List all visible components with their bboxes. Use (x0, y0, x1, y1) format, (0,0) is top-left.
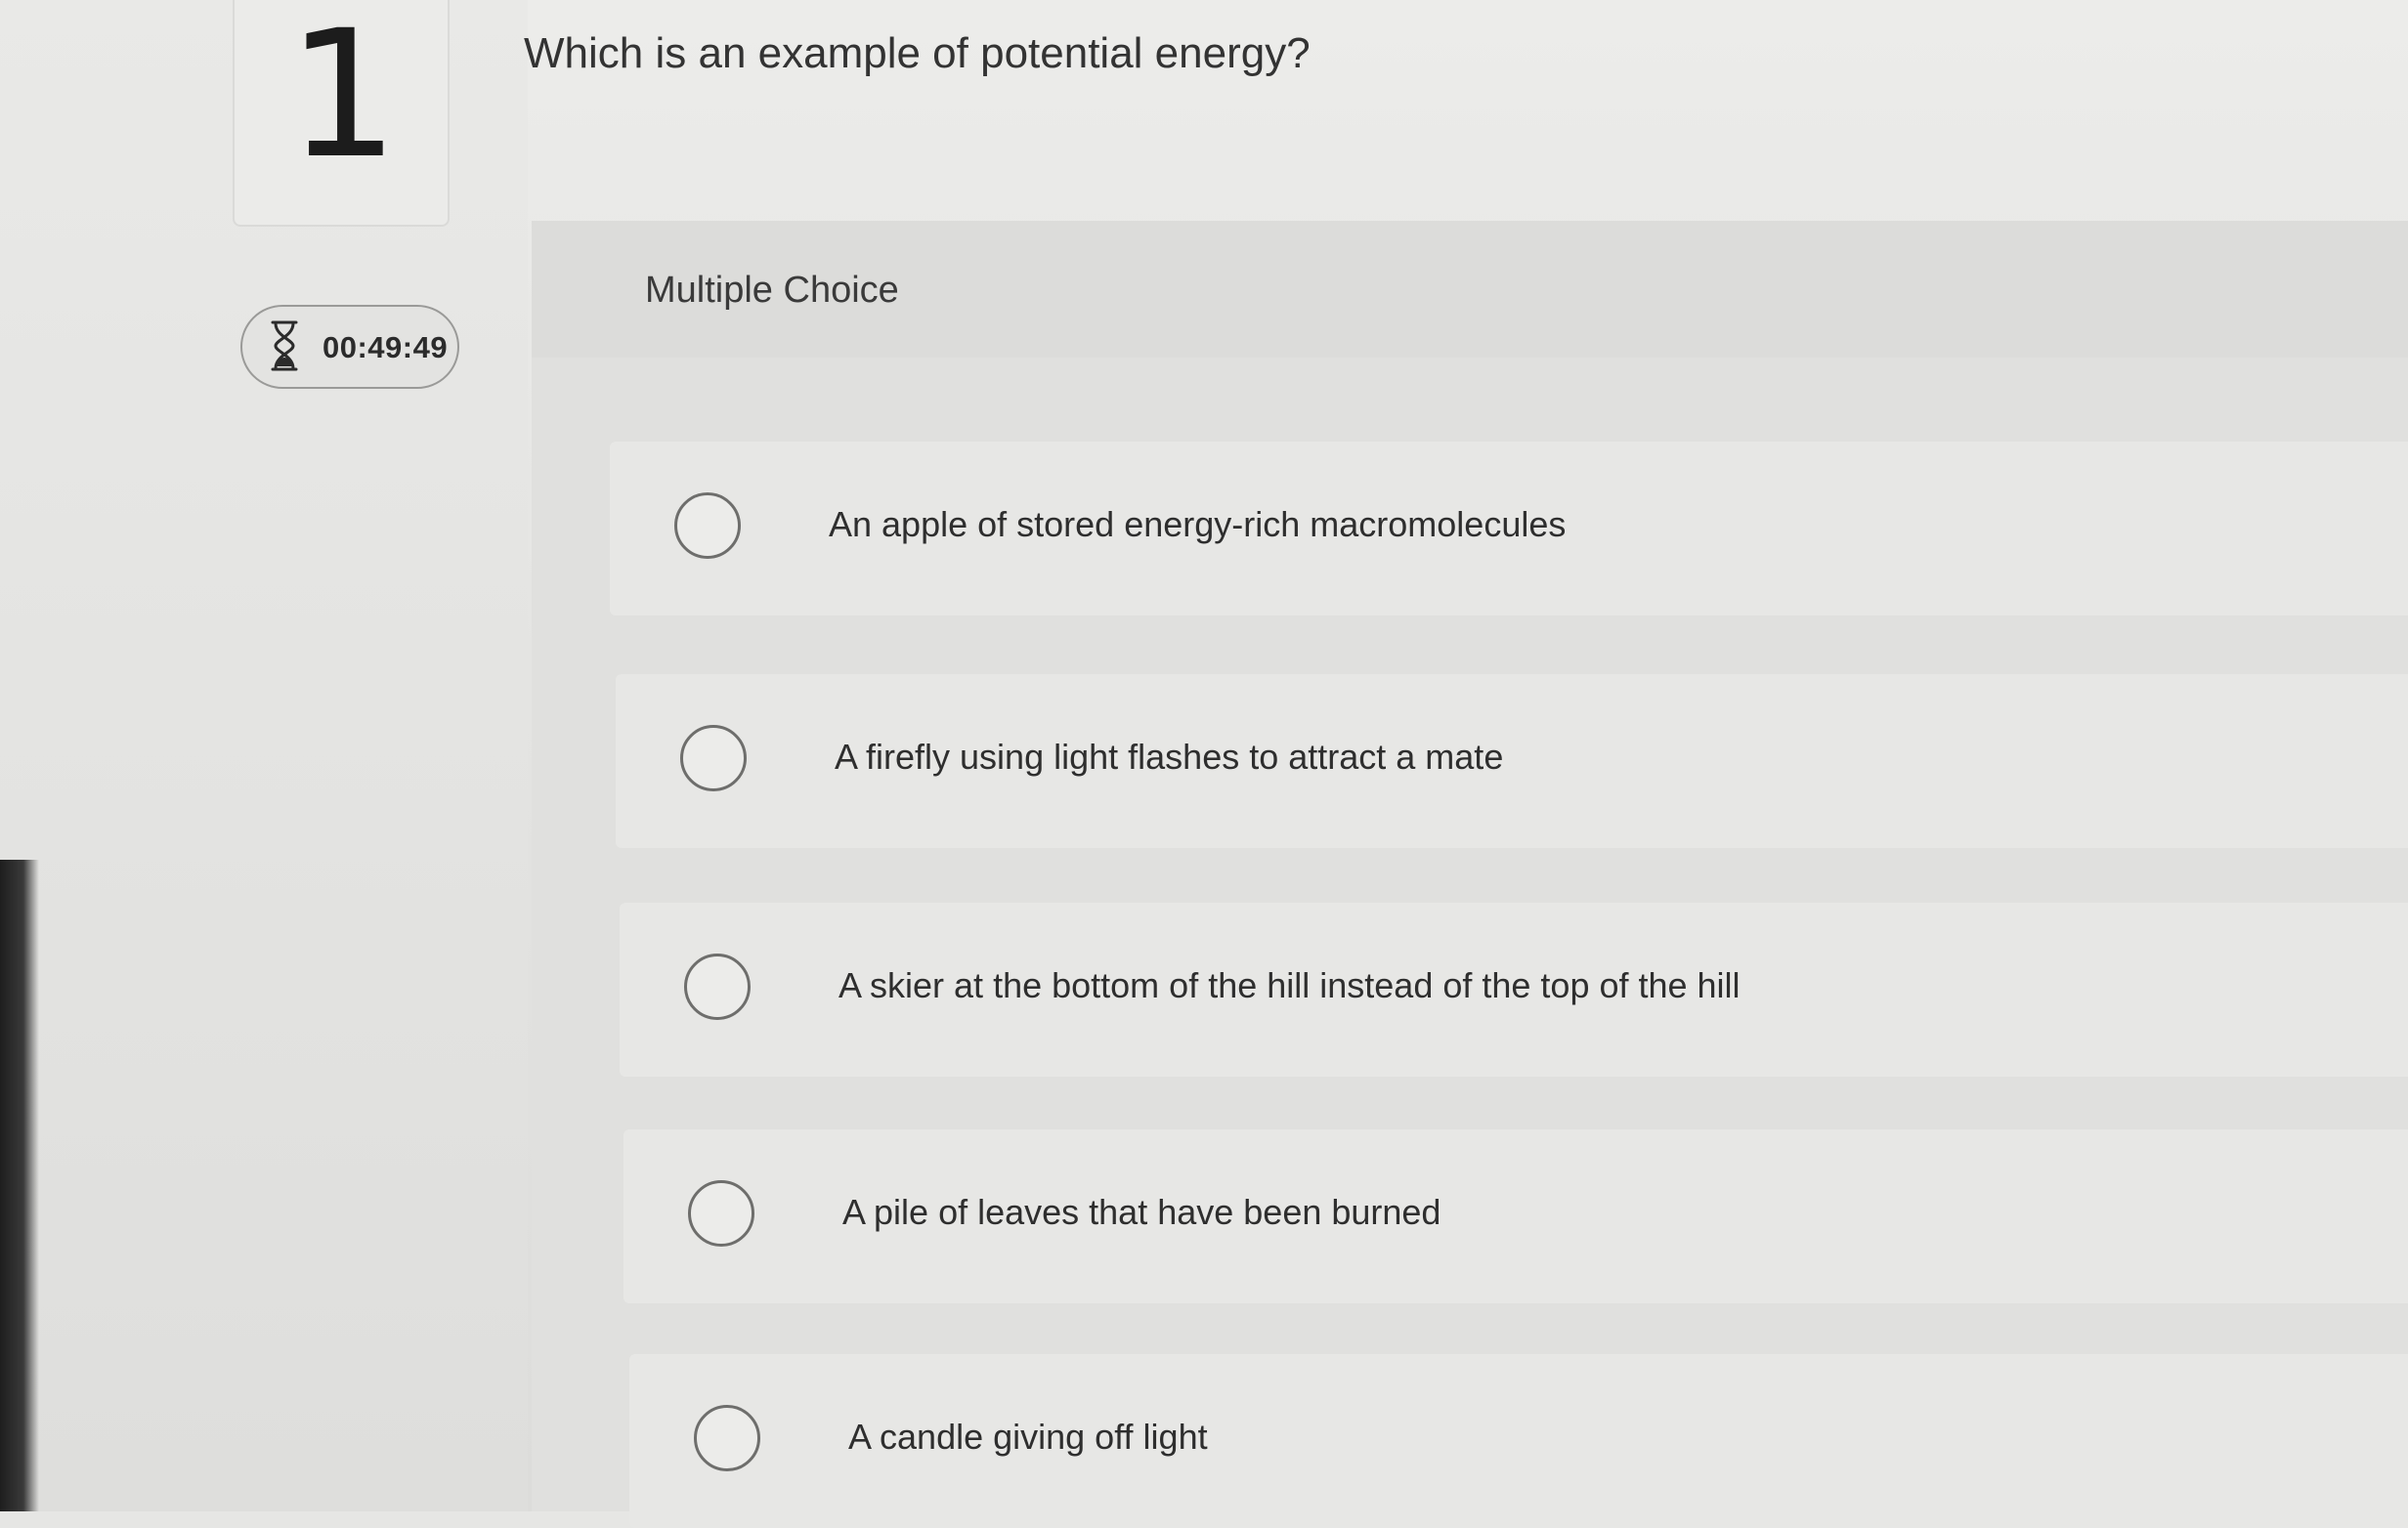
answer-option[interactable]: A skier at the bottom of the hill instea… (620, 903, 2408, 1077)
question-number-box: 1 (233, 0, 450, 227)
timer-badge: 00:49:49 (240, 305, 459, 389)
timer-value: 00:49:49 (322, 330, 449, 364)
question-number: 1 (286, 0, 400, 197)
answer-option[interactable]: A firefly using light flashes to attract… (616, 674, 2408, 848)
option-label[interactable]: A skier at the bottom of the hill instea… (838, 965, 1741, 1006)
option-label[interactable]: A pile of leaves that have been burned (842, 1192, 1440, 1233)
radio-button[interactable] (688, 1180, 754, 1247)
radio-button[interactable] (694, 1405, 760, 1471)
left-rail (0, 0, 528, 1511)
panel-header: Multiple Choice (532, 221, 2408, 358)
question-text: Which is an example of potential energy? (524, 29, 1311, 77)
panel-title: Multiple Choice (645, 270, 899, 311)
hourglass-icon (271, 320, 298, 371)
answer-option[interactable]: A candle giving off light (629, 1354, 2408, 1528)
radio-button[interactable] (680, 725, 747, 791)
screen-bezel (0, 860, 39, 1511)
radio-button[interactable] (684, 954, 751, 1020)
option-label[interactable]: A candle giving off light (848, 1417, 1208, 1458)
answer-option[interactable]: An apple of stored energy-rich macromole… (610, 442, 2408, 615)
option-label[interactable]: An apple of stored energy-rich macromole… (829, 504, 1566, 545)
choice-panel: Multiple Choice An apple of stored energ… (532, 221, 2408, 1528)
option-label[interactable]: A firefly using light flashes to attract… (835, 737, 1503, 778)
radio-button[interactable] (674, 492, 741, 559)
answer-option[interactable]: A pile of leaves that have been burned (624, 1129, 2408, 1303)
screen: 1 00:49:49 Which is an example of potent… (0, 0, 2408, 1528)
